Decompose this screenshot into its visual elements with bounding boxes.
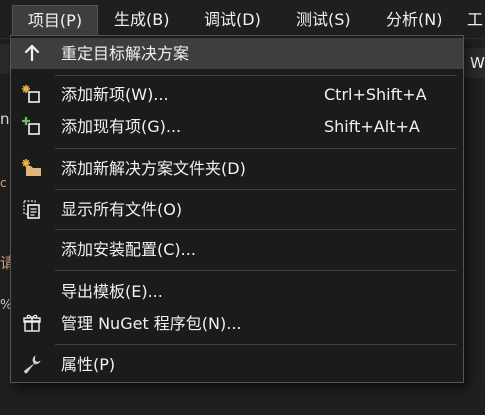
new-folder-icon xyxy=(22,159,41,176)
menu-test[interactable]: 测试(S) xyxy=(296,5,351,34)
menu-item-label: 添加现有项(G)... xyxy=(61,117,182,136)
background-text-fragment: c xyxy=(0,176,7,190)
menu-item-properties[interactable]: 属性(P) xyxy=(11,349,463,380)
menu-debug[interactable]: 调试(D) xyxy=(204,5,261,34)
menu-item-add-solution-folder[interactable]: 添加新解决方案文件夹(D) xyxy=(11,153,463,184)
arrow-up-icon xyxy=(24,44,40,62)
menu-item-manage-nuget[interactable]: 管理 NuGet 程序包(N)... xyxy=(11,308,463,339)
menu-analyze[interactable]: 分析(N) xyxy=(386,5,442,34)
nuget-package-icon xyxy=(23,314,41,332)
menu-item-label: 添加新解决方案文件夹(D) xyxy=(61,159,246,178)
background-text-fragment: W xyxy=(470,54,485,72)
menu-separator xyxy=(55,75,457,76)
menu-item-label: 重定目标解决方案 xyxy=(61,44,190,63)
menu-item-label: 显示所有文件(O) xyxy=(61,200,183,219)
menu-build[interactable]: 生成(B) xyxy=(114,5,169,34)
menu-separator xyxy=(55,189,457,190)
menu-item-export-template[interactable]: 导出模板(E)... xyxy=(11,276,463,307)
menu-separator xyxy=(55,229,457,230)
show-all-files-icon xyxy=(23,200,40,219)
menu-item-add-install-config[interactable]: 添加安装配置(C)... xyxy=(11,234,463,265)
menu-item-shortcut: Ctrl+Shift+A xyxy=(324,85,427,104)
menu-project[interactable]: 项目(P) xyxy=(12,5,98,35)
menu-item-show-all-files[interactable]: 显示所有文件(O) xyxy=(11,194,463,225)
background-text-fragment: n xyxy=(0,110,10,128)
menu-item-retarget-solution[interactable]: 重定目标解决方案 xyxy=(11,38,463,69)
menu-item-add-new-item[interactable]: 添加新项(W)... Ctrl+Shift+A xyxy=(11,79,463,110)
menu-item-label: 属性(P) xyxy=(61,355,116,374)
add-new-item-icon xyxy=(22,85,40,103)
ide-window: 项目(P) 生成(B) 调试(D) 测试(S) 分析(N) 工 c n 请 % … xyxy=(0,0,485,415)
menu-tools[interactable]: 工 xyxy=(467,5,483,34)
menu-item-label: 添加新项(W)... xyxy=(61,85,169,104)
background-toolbar-strip xyxy=(0,44,10,74)
add-existing-item-icon xyxy=(22,117,40,135)
menu-separator xyxy=(55,148,457,149)
menu-item-label: 管理 NuGet 程序包(N)... xyxy=(61,314,242,333)
menu-item-add-existing-item[interactable]: 添加现有项(G)... Shift+Alt+A xyxy=(11,111,463,142)
wrench-icon xyxy=(24,355,41,374)
menu-separator xyxy=(55,344,457,345)
main-menubar: 项目(P) 生成(B) 调试(D) 测试(S) 分析(N) 工 xyxy=(0,0,485,39)
menu-item-shortcut: Shift+Alt+A xyxy=(324,117,420,136)
project-menu-dropdown: 重定目标解决方案 添加新项(W)... Ctrl+Shift+A 添加现有项(G… xyxy=(10,35,464,383)
menu-separator xyxy=(55,270,457,271)
menu-item-label: 添加安装配置(C)... xyxy=(61,240,196,259)
menu-item-label: 导出模板(E)... xyxy=(61,282,163,301)
